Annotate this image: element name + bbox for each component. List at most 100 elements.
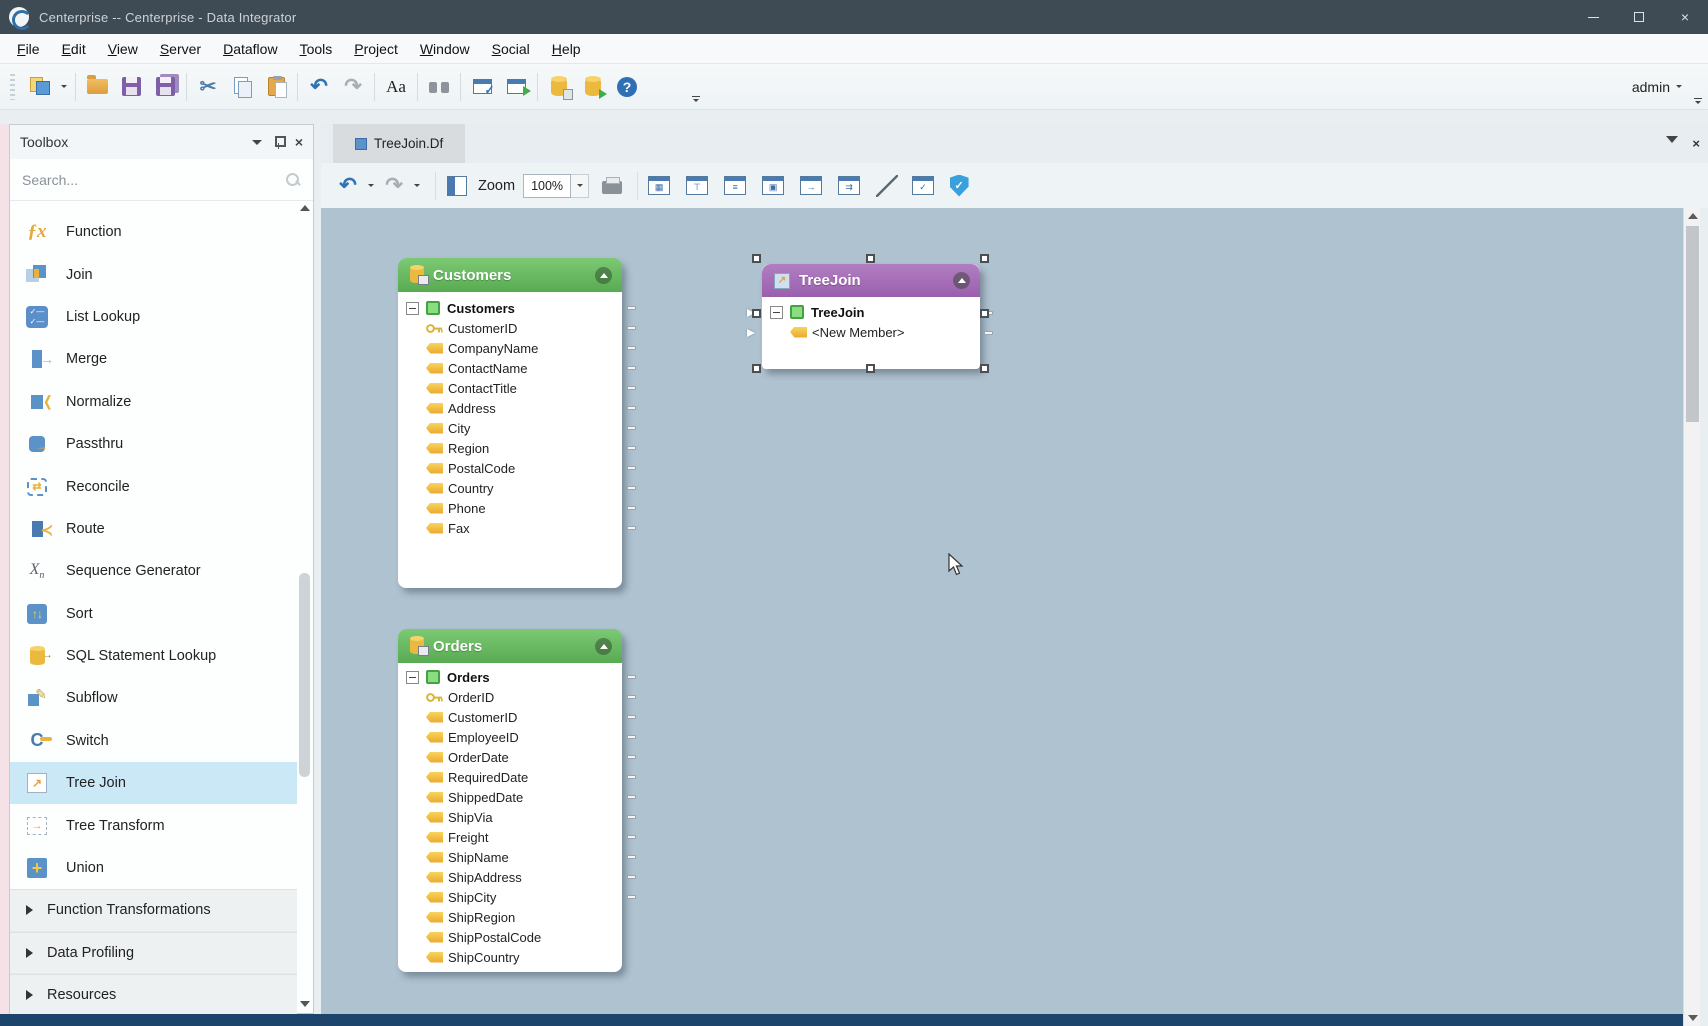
float-panel-icon[interactable]: × [1692, 136, 1700, 151]
field-row[interactable]: ShippedDate [398, 787, 622, 807]
menu-file[interactable]: File [6, 37, 51, 61]
tab-list-dropdown-icon[interactable] [1666, 136, 1678, 143]
output-port[interactable] [627, 486, 636, 490]
output-port[interactable] [627, 326, 636, 330]
output-port[interactable] [627, 795, 636, 799]
field-row[interactable]: RequiredDate [398, 767, 622, 787]
scrollbar-thumb[interactable] [1686, 226, 1699, 422]
toolbox-item-reconcile[interactable]: ⇄Reconcile [10, 465, 297, 507]
output-port[interactable] [627, 835, 636, 839]
field-row[interactable]: PostalCode [398, 458, 622, 478]
layout-anchor-button[interactable]: ⊤ [684, 170, 710, 202]
collapse-minus-icon[interactable] [406, 671, 419, 684]
toolbox-item-list-lookup[interactable]: ✓—✓—List Lookup [10, 296, 297, 338]
field-row[interactable]: Address [398, 398, 622, 418]
treejoin-node-header[interactable]: ↗ TreeJoin [762, 264, 980, 297]
save-button[interactable] [114, 69, 148, 105]
selection-handle[interactable] [752, 254, 761, 263]
preview-options-button[interactable]: ✓ [910, 170, 936, 202]
toolbox-item-switch[interactable]: CSwitch [10, 720, 297, 762]
menu-tools[interactable]: Tools [289, 37, 344, 61]
field-row[interactable]: OrderID [398, 687, 622, 707]
zoom-dropdown-button[interactable] [571, 174, 589, 198]
menu-edit[interactable]: Edit [51, 37, 97, 61]
field-row[interactable]: Freight [398, 827, 622, 847]
field-row[interactable]: Phone [398, 498, 622, 518]
copy-button[interactable] [225, 69, 259, 105]
database-run-button[interactable] [576, 69, 610, 105]
collapse-node-icon[interactable] [595, 267, 612, 284]
pin-icon[interactable] [274, 135, 283, 149]
collapse-node-icon[interactable] [953, 272, 970, 289]
output-port[interactable] [627, 815, 636, 819]
field-row[interactable]: ShipVia [398, 807, 622, 827]
field-row[interactable]: ContactName [398, 358, 622, 378]
scroll-up-arrow[interactable] [1688, 213, 1698, 219]
customers-node-header[interactable]: Customers [398, 258, 622, 292]
tab-treejoin-df[interactable]: TreeJoin.Df [333, 124, 465, 163]
menu-view[interactable]: View [97, 37, 149, 61]
zoom-value-input[interactable]: 100% [523, 174, 571, 198]
new-dropdown-button[interactable] [57, 69, 71, 105]
print-button[interactable] [599, 170, 625, 202]
collapse-minus-icon[interactable] [770, 306, 783, 319]
toolbox-item-route[interactable]: Route [10, 508, 297, 550]
menu-help[interactable]: Help [541, 37, 592, 61]
canvas-undo-dropdown[interactable] [365, 170, 377, 202]
customers-node[interactable]: Customers Customers CustomerID CompanyNa… [398, 258, 622, 588]
output-port[interactable] [627, 426, 636, 430]
undo-button[interactable]: ↶ [302, 69, 336, 105]
output-port[interactable] [627, 895, 636, 899]
output-port[interactable] [627, 406, 636, 410]
straight-links-button[interactable] [874, 170, 900, 202]
maximize-button[interactable] [1616, 0, 1662, 34]
dataflow-canvas[interactable]: Customers Customers CustomerID CompanyNa… [321, 208, 1683, 1014]
canvas-redo-button[interactable]: ↷ [381, 170, 407, 202]
input-port[interactable] [747, 329, 755, 337]
treejoin-node[interactable]: ↗ TreeJoin TreeJoin <New Member> [762, 264, 980, 369]
field-row[interactable]: CompanyName [398, 338, 622, 358]
output-port[interactable] [627, 695, 636, 699]
paste-button[interactable] [259, 69, 293, 105]
menu-project[interactable]: Project [343, 37, 409, 61]
scroll-up-arrow[interactable] [300, 205, 310, 211]
output-port[interactable] [627, 875, 636, 879]
output-port[interactable] [627, 855, 636, 859]
redo-button[interactable]: ↷ [336, 69, 370, 105]
field-row[interactable]: EmployeeID [398, 727, 622, 747]
menu-dataflow[interactable]: Dataflow [212, 37, 288, 61]
layout-list-button[interactable]: ≡ [722, 170, 748, 202]
output-port[interactable] [627, 306, 636, 310]
selection-handle[interactable] [752, 309, 761, 318]
layout-hierarchy-button[interactable]: ▦ [646, 170, 672, 202]
verify-button[interactable]: ✓ [946, 170, 972, 202]
auto-layout-button[interactable] [444, 170, 470, 202]
help-button[interactable]: ? [610, 69, 644, 105]
field-row[interactable]: ShipRegion [398, 907, 622, 927]
collapse-node-button[interactable]: → [798, 170, 824, 202]
field-row[interactable]: City [398, 418, 622, 438]
canvas-undo-button[interactable]: ↶ [335, 170, 361, 202]
toolbox-item-merge[interactable]: Merge [10, 338, 297, 380]
panel-splitter[interactable] [314, 124, 321, 1014]
toolbox-item-subflow[interactable]: Subflow [10, 677, 297, 719]
toolbox-item-tree-transform[interactable]: →Tree Transform [10, 804, 297, 846]
toolbox-item-sort[interactable]: ↑↓Sort [10, 593, 297, 635]
admin-dropdown-icon[interactable] [1676, 85, 1682, 88]
toolbox-group-data-profiling[interactable]: Data Profiling [10, 932, 297, 974]
scroll-down-arrow[interactable] [300, 1001, 310, 1007]
toolbox-group-function-transformations[interactable]: Function Transformations [10, 889, 297, 931]
scrollbar-thumb[interactable] [299, 573, 310, 777]
menu-social[interactable]: Social [481, 37, 541, 61]
selection-handle[interactable] [866, 364, 875, 373]
output-port[interactable] [627, 466, 636, 470]
save-all-button[interactable] [148, 69, 182, 105]
toolbox-item-passthru[interactable]: Passthru [10, 423, 297, 465]
find-button[interactable] [422, 69, 456, 105]
toolbox-group-resources[interactable]: Resources [10, 974, 297, 1016]
collapse-node-icon[interactable] [595, 638, 612, 655]
toolbox-item-join[interactable]: Join [10, 253, 297, 295]
database-export-button[interactable] [542, 69, 576, 105]
menu-window[interactable]: Window [409, 37, 481, 61]
output-port[interactable] [627, 526, 636, 530]
